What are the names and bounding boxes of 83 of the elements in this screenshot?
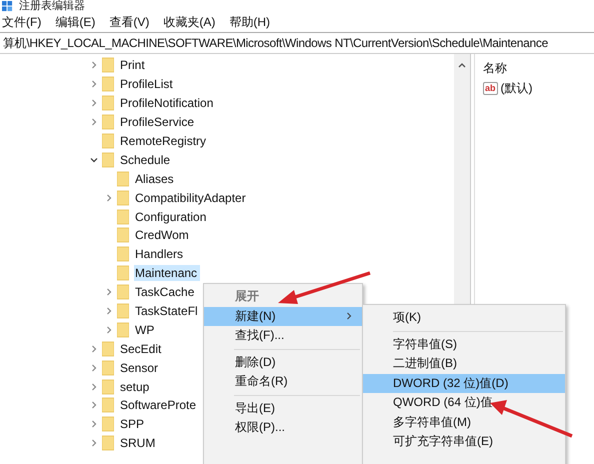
folder-icon bbox=[102, 76, 114, 92]
value-name[interactable]: (默认) bbox=[500, 80, 533, 96]
tree-item[interactable]: Sensor bbox=[119, 360, 162, 376]
expand-chevron-icon[interactable] bbox=[90, 344, 98, 353]
folder-icon bbox=[102, 378, 114, 395]
expand-chevron-icon[interactable] bbox=[105, 288, 113, 296]
expand-chevron-icon[interactable] bbox=[90, 118, 98, 126]
tree-item[interactable]: Handlers bbox=[134, 246, 186, 262]
tree-item[interactable]: TaskStateFl bbox=[134, 303, 201, 320]
expand-chevron-icon[interactable] bbox=[90, 80, 98, 88]
expand-chevron-icon[interactable] bbox=[90, 420, 98, 428]
app-icon bbox=[2, 1, 13, 12]
menu-item[interactable]: 新建(N) bbox=[204, 306, 362, 326]
tree-item[interactable]: Schedule bbox=[119, 152, 174, 168]
tree-item[interactable]: SoftwareProte bbox=[119, 397, 200, 414]
tree-item[interactable]: Print bbox=[119, 57, 148, 74]
folder-icon bbox=[117, 284, 129, 300]
tree-item[interactable]: SRUM bbox=[119, 435, 158, 452]
folder-icon bbox=[117, 246, 129, 262]
tree-item[interactable]: Maintenanc bbox=[134, 265, 200, 282]
menu-item[interactable]: QWORD (64 位)值 bbox=[363, 393, 565, 412]
folder-icon bbox=[102, 416, 114, 432]
tree-item[interactable]: ProfileList bbox=[119, 76, 176, 92]
menu-item[interactable]: 可扩充字符串值(E) bbox=[363, 432, 565, 452]
menu-item[interactable]: 导出(E) bbox=[204, 398, 362, 418]
menu-item[interactable]: 文件(F) bbox=[2, 14, 42, 30]
tree-item[interactable]: Aliases bbox=[134, 170, 177, 187]
tree-item[interactable]: CredWom bbox=[134, 227, 192, 244]
submenu-chevron-icon bbox=[346, 312, 352, 320]
folder-icon bbox=[102, 133, 114, 149]
tree-item[interactable]: setup bbox=[119, 378, 152, 395]
menu-item[interactable]: 多字符串值(M) bbox=[363, 412, 565, 432]
folder-icon bbox=[102, 114, 114, 130]
menu-item[interactable]: 重命名(R) bbox=[204, 372, 362, 392]
folder-icon bbox=[117, 170, 129, 187]
expand-chevron-icon[interactable] bbox=[90, 364, 98, 372]
folder-icon bbox=[102, 360, 114, 376]
expand-chevron-icon[interactable] bbox=[90, 99, 98, 108]
folder-icon bbox=[117, 208, 129, 225]
folder-icon bbox=[102, 435, 114, 452]
menu-item[interactable]: 查看(V) bbox=[109, 14, 150, 30]
tree-item[interactable]: TaskCache bbox=[134, 284, 198, 300]
string-value-icon: ab bbox=[483, 82, 498, 94]
menu-item[interactable]: 字符串值(S) bbox=[363, 334, 565, 354]
tree-item[interactable]: SecEdit bbox=[119, 340, 164, 357]
folder-icon bbox=[102, 57, 114, 74]
tree-item[interactable]: ProfileService bbox=[119, 114, 198, 130]
tree-item[interactable]: CompatibilityAdapter bbox=[134, 190, 249, 206]
folder-icon bbox=[102, 397, 114, 414]
expand-chevron-icon[interactable] bbox=[105, 194, 113, 202]
folder-icon bbox=[117, 227, 129, 244]
expand-chevron-icon[interactable] bbox=[90, 401, 98, 410]
menu-item[interactable]: 删除(D) bbox=[204, 352, 362, 372]
expand-chevron-icon[interactable] bbox=[90, 382, 98, 391]
expand-chevron-icon[interactable] bbox=[90, 439, 98, 448]
folder-icon bbox=[102, 340, 114, 357]
column-header[interactable]: 名称 bbox=[483, 58, 594, 78]
menu-item[interactable]: 编辑(E) bbox=[55, 14, 96, 30]
menu-item[interactable]: 项(K) bbox=[363, 308, 565, 328]
menu-item[interactable]: 查找(F)... bbox=[204, 326, 362, 346]
menu-item[interactable]: DWORD (32 位)值(D) bbox=[363, 374, 565, 393]
tree-item[interactable]: ProfileNotification bbox=[119, 95, 216, 112]
menu-item[interactable]: 收藏夹(A) bbox=[163, 14, 216, 30]
folder-icon bbox=[117, 303, 129, 320]
menu-item[interactable]: 权限(P)... bbox=[204, 418, 362, 438]
folder-icon bbox=[117, 322, 129, 338]
menu-item[interactable]: 帮助(H) bbox=[229, 14, 270, 30]
scroll-up-icon[interactable] bbox=[458, 62, 466, 68]
folder-icon bbox=[102, 152, 114, 168]
folder-icon bbox=[117, 190, 129, 206]
tree-item[interactable]: WP bbox=[134, 322, 158, 338]
folder-icon bbox=[117, 265, 129, 282]
collapse-chevron-icon[interactable] bbox=[90, 156, 98, 164]
folder-icon bbox=[102, 95, 114, 112]
address-field[interactable]: 算机\HKEY_LOCAL_MACHINE\SOFTWARE\Microsoft\Windows NT\CurrentVersion\Schedule\Maintenance bbox=[3, 36, 548, 50]
menu-item[interactable]: 二进制值(B) bbox=[363, 354, 565, 374]
expand-chevron-icon[interactable] bbox=[90, 61, 98, 70]
tree-item[interactable]: RemoteRegistry bbox=[119, 133, 210, 149]
tree-item[interactable]: SPP bbox=[119, 416, 148, 432]
window-title: 注册表编辑器 bbox=[19, 0, 85, 12]
expand-chevron-icon[interactable] bbox=[105, 307, 113, 316]
tree-item[interactable]: Configuration bbox=[134, 208, 210, 225]
expand-chevron-icon[interactable] bbox=[105, 326, 113, 334]
